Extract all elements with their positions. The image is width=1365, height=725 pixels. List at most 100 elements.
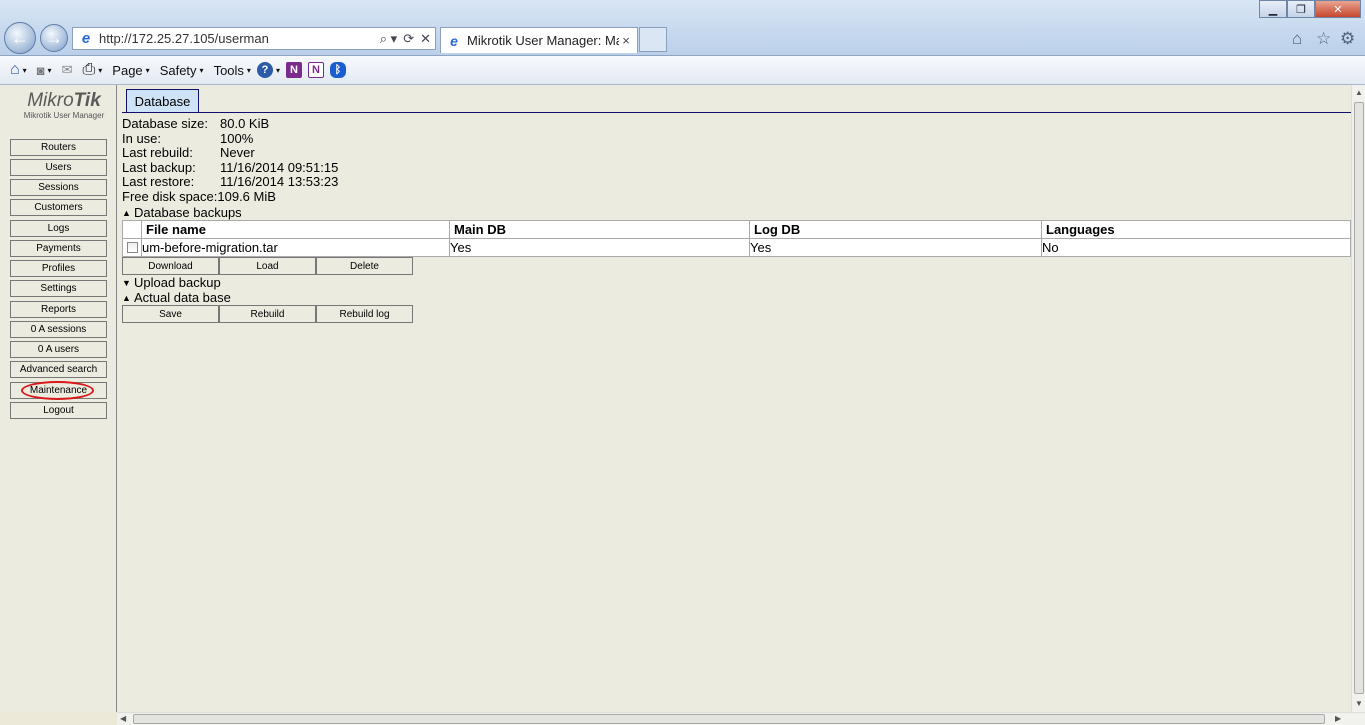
stop-icon[interactable]: ✕	[420, 31, 431, 47]
safety-caret-icon: ▾	[199, 65, 204, 75]
column-header-languages[interactable]: Languages	[1041, 220, 1351, 239]
sidebar-item-profiles[interactable]: Profiles	[10, 260, 107, 277]
page-menu-label: Page	[112, 62, 143, 78]
info-label: In use:	[122, 130, 162, 146]
sidebar-item-sessions[interactable]: Sessions	[10, 179, 107, 196]
tab-title: Mikrotik User Manager: Mai...	[467, 33, 619, 48]
address-url[interactable]: http://172.25.27.105/userman	[99, 31, 380, 46]
close-window-button[interactable]: ✕	[1315, 0, 1361, 18]
collapse-triangle-icon: ▲	[122, 207, 131, 218]
refresh-icon[interactable]: ⟳	[403, 31, 414, 47]
backups-table: File name Main DB Log DB Languages um-be…	[122, 220, 1351, 257]
sidebar-item-reports[interactable]: Reports	[10, 301, 107, 318]
backup-actions: Download Load Delete	[122, 257, 413, 275]
cell-log-db: Yes	[749, 238, 1042, 257]
cell-languages: No	[1041, 238, 1351, 257]
delete-button[interactable]: Delete	[316, 257, 413, 275]
info-row: Last backup: 11/16/2014 09:51:15	[122, 160, 338, 176]
feeds-command[interactable]: ◙ ▾	[37, 63, 52, 78]
sidebar-item-settings[interactable]: Settings	[10, 280, 107, 297]
onenote-icon: N	[285, 62, 302, 78]
onenote-linked-icon: N	[307, 62, 324, 78]
print-caret-icon[interactable]: ▾	[98, 66, 102, 75]
logo-subtitle: Mikrotik User Manager	[23, 111, 105, 120]
safety-menu[interactable]: Safety ▾	[160, 63, 204, 78]
favorites-icon[interactable]: ☆	[1316, 29, 1331, 49]
sidebar-item-users[interactable]: Users	[10, 159, 107, 176]
new-tab-button[interactable]	[639, 27, 667, 52]
help-icon: ?	[256, 62, 273, 78]
expand-triangle-icon: ▼	[122, 277, 131, 288]
page-menu[interactable]: Page ▾	[112, 63, 149, 78]
info-label: Free disk space:	[122, 188, 218, 204]
sidebar-item-logs[interactable]: Logs	[10, 220, 107, 237]
scroll-right-icon[interactable]: ▶	[1335, 714, 1341, 723]
tab-close-icon[interactable]: ×	[619, 33, 633, 48]
sidebar-item-active-users[interactable]: 0 A users	[10, 341, 107, 358]
feeds-caret-icon[interactable]: ▾	[48, 66, 52, 75]
info-row: Database size: 80.0 KiB	[122, 116, 338, 132]
tab-database[interactable]: Database	[126, 89, 199, 113]
gear-icon[interactable]: ⚙	[1340, 29, 1355, 49]
cell-file-name[interactable]: um-before-migration.tar	[141, 238, 450, 257]
help-menu[interactable]: ? ▾	[256, 62, 280, 78]
print-command[interactable]: ⎙ ▾	[82, 61, 102, 79]
minimize-button[interactable]: ▁	[1259, 0, 1287, 18]
search-icon[interactable]: ⌕ ▾	[380, 31, 397, 47]
column-header-file-name[interactable]: File name	[141, 220, 450, 239]
mail-icon: ✉	[61, 62, 73, 77]
row-checkbox[interactable]	[126, 242, 138, 253]
info-value: Never	[220, 145, 255, 161]
info-value: 80.0 KiB	[220, 116, 270, 131]
tools-menu[interactable]: Tools ▾	[214, 63, 251, 78]
rebuild-button[interactable]: Rebuild	[219, 305, 316, 323]
horizontal-scroll-thumb[interactable]	[133, 714, 1325, 724]
load-button[interactable]: Load	[219, 257, 316, 275]
actual-database-section[interactable]: ▲ Actual data base	[122, 290, 231, 305]
sidebar-item-logout[interactable]: Logout	[10, 402, 107, 419]
info-row: Free disk space: 109.6 MiB	[122, 188, 338, 205]
maximize-button[interactable]: ❐	[1287, 0, 1315, 18]
scroll-down-icon[interactable]: ▼	[1355, 699, 1363, 708]
back-button[interactable]: ←	[4, 22, 36, 54]
tools-menu-label: Tools	[213, 62, 244, 78]
info-label: Database size:	[122, 116, 208, 131]
browser-titlebar: ← → e http://172.25.27.105/userman ⌕ ▾ ⟳…	[0, 0, 1365, 56]
save-button[interactable]: Save	[122, 305, 219, 323]
upload-backup-section[interactable]: ▼ Upload backup	[122, 275, 221, 290]
sidebar-item-customers[interactable]: Customers	[10, 199, 107, 216]
address-bar[interactable]: e http://172.25.27.105/userman ⌕ ▾ ⟳ ✕	[72, 27, 436, 50]
vertical-scroll-thumb[interactable]	[1354, 102, 1364, 694]
safety-menu-label: Safety	[159, 62, 197, 78]
column-header-log-db[interactable]: Log DB	[749, 220, 1042, 239]
scroll-up-icon[interactable]: ▲	[1355, 88, 1363, 97]
sidebar-item-active-sessions[interactable]: 0 A sessions	[10, 321, 107, 338]
database-actions: Save Rebuild Rebuild log	[122, 305, 413, 323]
mail-command[interactable]: ✉	[62, 62, 73, 78]
sidebar-item-routers[interactable]: Routers	[10, 139, 107, 156]
column-header-main-db[interactable]: Main DB	[449, 220, 750, 239]
logo-bold: Tik	[73, 90, 101, 111]
forward-button[interactable]: →	[40, 24, 68, 52]
info-value: 100%	[220, 130, 254, 146]
cell-main-db: Yes	[449, 238, 750, 257]
table-row[interactable]: um-before-migration.tar Yes Yes No	[122, 238, 1351, 257]
sidebar-item-advanced-search[interactable]: Advanced search	[10, 361, 107, 378]
home-caret-icon[interactable]: ▾	[23, 66, 27, 75]
rebuild-log-button[interactable]: Rebuild log	[316, 305, 413, 323]
bluetooth-button[interactable]: ᛒ	[329, 62, 346, 78]
browser-tab[interactable]: e Mikrotik User Manager: Mai... ×	[440, 27, 638, 53]
sidebar-item-payments[interactable]: Payments	[10, 240, 107, 257]
download-button[interactable]: Download	[122, 257, 219, 275]
info-value: 11/16/2014 13:53:23	[220, 174, 339, 190]
vertical-scrollbar[interactable]: ▲ ▼	[1351, 85, 1365, 712]
window-controls: ▁ ❐ ✕	[1259, 0, 1361, 18]
bluetooth-icon: ᛒ	[329, 62, 346, 78]
horizontal-scrollbar[interactable]: ◀ ▶	[117, 712, 1365, 725]
database-backups-section[interactable]: ▲ Database backups	[122, 205, 242, 220]
onenote-button-1[interactable]: N	[285, 62, 302, 78]
scroll-left-icon[interactable]: ◀	[120, 714, 126, 723]
onenote-button-2[interactable]: N	[307, 62, 324, 78]
home-command[interactable]: ⌂ ▾	[10, 61, 27, 79]
home-icon[interactable]: ⌂	[1292, 29, 1302, 49]
